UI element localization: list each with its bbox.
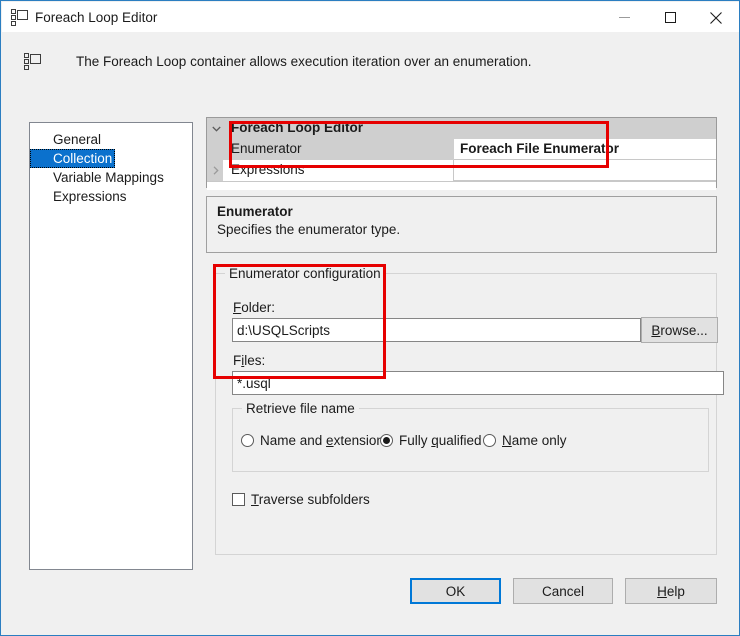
help-button-mnemonic: H xyxy=(657,583,667,599)
foreach-loop-icon xyxy=(24,53,42,70)
cancel-button[interactable]: Cancel xyxy=(513,578,613,604)
header-description-text: The Foreach Loop container allows execut… xyxy=(76,54,532,69)
ok-button[interactable]: OK xyxy=(410,578,501,604)
property-grid[interactable]: Foreach Loop Editor Enumerator Foreach F… xyxy=(206,117,717,190)
enumerator-configuration-area: Enumerator configuration Folder: Browse.… xyxy=(206,264,724,564)
property-value-enumerator[interactable]: Foreach File Enumerator xyxy=(454,139,716,160)
radio-name-only-label: Name only xyxy=(502,432,567,449)
retrieve-file-name-options: Name and extension Fully qualified Name … xyxy=(233,430,708,450)
files-label-pre: F xyxy=(233,353,242,368)
retrieve-file-name-legend: Retrieve file name xyxy=(242,400,359,417)
folder-input[interactable] xyxy=(232,318,641,342)
property-grid-category-row[interactable]: Foreach Loop Editor xyxy=(207,118,716,139)
page-list-row: Collection xyxy=(30,149,192,168)
folder-label: Folder: xyxy=(233,299,275,316)
property-grid-row-expressions[interactable]: Expressions xyxy=(207,160,716,181)
radio-name-and-extension-label: Name and extension xyxy=(260,432,384,449)
sidebar-item-collection[interactable]: Collection xyxy=(30,149,116,168)
page-list-row: Variable Mappings xyxy=(30,168,192,187)
page-list-row: General xyxy=(30,130,192,149)
property-name-enumerator: Enumerator xyxy=(231,141,302,156)
chevron-right-icon[interactable] xyxy=(209,160,223,181)
header-description-bar: The Foreach Loop container allows execut… xyxy=(2,32,739,109)
radio-label-post: xtension xyxy=(333,432,384,448)
property-grid-filler xyxy=(207,181,716,190)
window-title: Foreach Loop Editor xyxy=(35,10,158,25)
radio-name-and-extension[interactable]: Name and extension xyxy=(241,430,384,450)
radio-mark-icon xyxy=(483,433,496,447)
sidebar-item-general[interactable]: General xyxy=(30,130,192,149)
sidebar-item-variable-mappings[interactable]: Variable Mappings xyxy=(30,168,192,187)
property-description-panel: Enumerator Specifies the enumerator type… xyxy=(206,196,717,253)
traverse-subfolders-checkbox[interactable]: Traverse subfolders xyxy=(232,490,370,508)
help-button-label: elp xyxy=(666,583,685,599)
files-label: Files: xyxy=(233,352,265,369)
close-icon[interactable] xyxy=(693,3,739,32)
radio-mark-icon xyxy=(380,433,393,447)
collection-page-pane: Foreach Loop Editor Enumerator Foreach F… xyxy=(206,117,724,564)
radio-mark-icon xyxy=(241,433,254,447)
property-grid-row-enumerator[interactable]: Enumerator Foreach File Enumerator xyxy=(207,139,716,160)
foreach-loop-editor-window: Foreach Loop Editor The Foreach Loop con… xyxy=(0,0,740,636)
help-button[interactable]: Help xyxy=(625,578,717,604)
property-grid-category-label: Foreach Loop Editor xyxy=(231,120,364,135)
files-label-rest: les: xyxy=(244,353,266,368)
radio-label-post: ame only xyxy=(511,432,567,448)
radio-fully-qualified-label: Fully qualified xyxy=(399,432,482,449)
browse-button[interactable]: Browse... xyxy=(641,317,718,343)
files-input[interactable] xyxy=(232,371,724,395)
retrieve-file-name-groupbox: Retrieve file name Name and extension Fu… xyxy=(232,400,709,472)
property-value-expressions[interactable] xyxy=(454,160,716,181)
title-bar: Foreach Loop Editor xyxy=(2,2,739,32)
radio-label-mnemonic: e xyxy=(326,432,334,448)
folder-label-mnemonic: F xyxy=(233,300,242,315)
property-description-title: Enumerator xyxy=(217,204,293,219)
radio-fully-qualified[interactable]: Fully qualified xyxy=(380,430,482,450)
traverse-label-mnemonic: T xyxy=(251,491,259,507)
chevron-down-icon[interactable] xyxy=(209,118,223,139)
property-grid-inner: Foreach Loop Editor Enumerator Foreach F… xyxy=(207,118,716,190)
page-list[interactable]: General Collection Variable Mappings Exp… xyxy=(29,122,193,570)
sidebar-item-expressions[interactable]: Expressions xyxy=(30,187,192,206)
radio-name-only[interactable]: Name only xyxy=(483,430,567,450)
property-name-expressions: Expressions xyxy=(223,160,454,181)
browse-button-label: rowse... xyxy=(660,322,708,338)
foreach-loop-icon xyxy=(11,9,29,26)
folder-label-rest: older: xyxy=(241,300,276,315)
traverse-label-post: raverse subfolders xyxy=(258,491,370,507)
checkbox-mark-icon xyxy=(232,492,245,506)
radio-label-pre: Name and xyxy=(260,432,327,448)
property-description-text: Specifies the enumerator type. xyxy=(217,222,401,237)
traverse-subfolders-label: Traverse subfolders xyxy=(251,491,370,508)
radio-label-mnemonic: N xyxy=(502,432,512,448)
dialog-body: General Collection Variable Mappings Exp… xyxy=(2,109,739,635)
radio-label-mnemonic: q xyxy=(431,432,439,448)
radio-label-post: ualified xyxy=(438,432,482,448)
maximize-icon[interactable] xyxy=(647,3,693,32)
radio-label-pre: Fully xyxy=(399,432,432,448)
minimize-icon[interactable] xyxy=(601,3,647,32)
enumerator-configuration-legend: Enumerator configuration xyxy=(225,265,385,282)
page-list-row: Expressions xyxy=(30,187,192,206)
enumerator-configuration-groupbox: Enumerator configuration Folder: Browse.… xyxy=(215,265,724,555)
